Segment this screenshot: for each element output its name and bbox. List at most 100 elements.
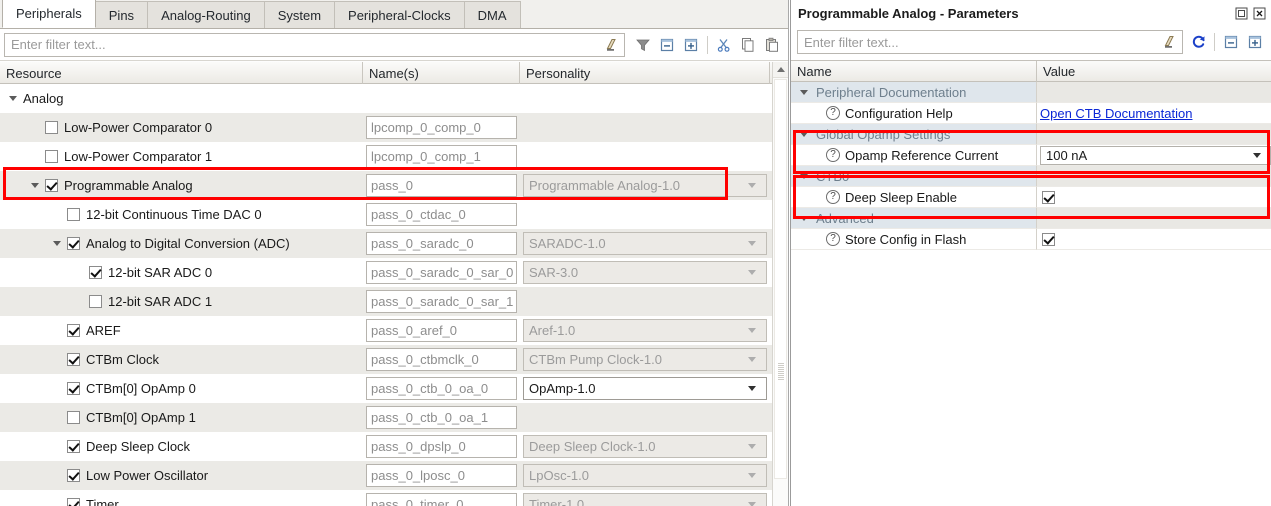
name-input[interactable]: pass_0_saradc_0: [366, 232, 517, 255]
personality-dropdown[interactable]: Programmable Analog-1.0: [523, 174, 767, 197]
name-input[interactable]: pass_0_ctb_0_oa_1: [366, 406, 517, 429]
parameter-name-cell[interactable]: ? Deep Sleep Enable: [791, 187, 1037, 208]
table-row[interactable]: Analog to Digital Conversion (ADC) pass_0…: [0, 229, 788, 258]
name-cell[interactable]: pass_0_dpslp_0: [363, 432, 520, 461]
name-input[interactable]: lpcomp_0_comp_0: [366, 116, 517, 139]
personality-cell[interactable]: [520, 403, 770, 432]
parameter-value-cell[interactable]: 100 nA: [1037, 145, 1271, 166]
tab-peripherals[interactable]: Peripherals: [2, 0, 96, 28]
tab-pins[interactable]: Pins: [94, 1, 149, 28]
parameter-name-cell[interactable]: ? Configuration Help: [791, 103, 1037, 124]
resource-cell[interactable]: Timer: [0, 490, 363, 506]
personality-cell[interactable]: [520, 200, 770, 229]
eraser-icon[interactable]: [1158, 31, 1180, 53]
parameter-name-cell[interactable]: CTB0: [791, 166, 1037, 187]
chevron-down-icon[interactable]: [28, 179, 41, 192]
table-row[interactable]: 12-bit Continuous Time DAC 0 pass_0_ctdac…: [0, 200, 788, 229]
personality-cell[interactable]: LpOsc-1.0: [520, 461, 770, 490]
parameter-group-row[interactable]: Peripheral Documentation: [791, 82, 1271, 103]
name-cell[interactable]: lpcomp_0_comp_1: [363, 142, 520, 171]
personality-cell[interactable]: Programmable Analog-1.0: [520, 171, 770, 200]
expand-all-icon[interactable]: [1243, 30, 1267, 54]
name-input[interactable]: pass_0_ctdac_0: [366, 203, 517, 226]
name-cell[interactable]: pass_0_ctbmclk_0: [363, 345, 520, 374]
personality-cell[interactable]: SAR-3.0: [520, 258, 770, 287]
parameter-value-cell[interactable]: Open CTB Documentation: [1037, 103, 1271, 124]
resource-checkbox[interactable]: [67, 469, 80, 482]
personality-cell[interactable]: CTBm Pump Clock-1.0: [520, 345, 770, 374]
personality-cell[interactable]: [520, 113, 770, 142]
personality-dropdown[interactable]: SAR-3.0: [523, 261, 767, 284]
resource-checkbox[interactable]: [89, 295, 102, 308]
column-header-name[interactable]: Name: [791, 61, 1037, 82]
parameter-row[interactable]: ? Store Config in Flash: [791, 229, 1271, 250]
table-row[interactable]: CTBm[0] OpAmp 1 pass_0_ctb_0_oa_1: [0, 403, 788, 432]
tab-dma[interactable]: DMA: [463, 1, 521, 28]
parameter-name-cell[interactable]: ? Store Config in Flash: [791, 229, 1037, 250]
resource-cell[interactable]: 12-bit SAR ADC 1: [0, 287, 363, 316]
table-row[interactable]: CTBm Clock pass_0_ctbmclk_0 CTBm Pump Cloc…: [0, 345, 788, 374]
name-cell[interactable]: [363, 84, 520, 113]
parameter-group-row[interactable]: Advanced: [791, 208, 1271, 229]
chevron-down-icon[interactable]: [797, 170, 810, 183]
close-icon[interactable]: [1251, 6, 1267, 22]
resource-checkbox[interactable]: [67, 324, 80, 337]
column-header-personality[interactable]: Personality: [520, 62, 770, 84]
resource-cell[interactable]: Low Power Oscillator: [0, 461, 363, 490]
table-row[interactable]: Low-Power Comparator 0 lpcomp_0_comp_0: [0, 113, 788, 142]
name-cell[interactable]: pass_0: [363, 171, 520, 200]
parameter-name-cell[interactable]: Global Opamp Settings: [791, 124, 1037, 145]
table-row[interactable]: AREF pass_0_aref_0 Aref-1.0: [0, 316, 788, 345]
collapse-all-icon[interactable]: [655, 33, 679, 57]
resource-checkbox[interactable]: [67, 498, 80, 506]
personality-cell[interactable]: Timer-1.0: [520, 490, 770, 506]
name-cell[interactable]: pass_0_lposc_0: [363, 461, 520, 490]
parameter-value-cell[interactable]: [1037, 208, 1271, 229]
resource-cell[interactable]: CTBm Clock: [0, 345, 363, 374]
table-row[interactable]: CTBm[0] OpAmp 0 pass_0_ctb_0_oa_0 OpAmp-1.…: [0, 374, 788, 403]
personality-dropdown[interactable]: Timer-1.0: [523, 493, 767, 506]
chevron-down-icon[interactable]: [50, 237, 63, 250]
scrollbar-grip[interactable]: [778, 362, 784, 380]
table-row[interactable]: Timer pass_0_timer_0 Timer-1.0: [0, 490, 788, 506]
opamp-reference-current-dropdown[interactable]: 100 nA: [1040, 145, 1271, 165]
parameter-value-cell[interactable]: [1037, 82, 1271, 103]
name-input[interactable]: pass_0_saradc_0_sar_1: [366, 290, 517, 313]
copy-icon[interactable]: [736, 33, 760, 57]
name-input[interactable]: pass_0_ctbmclk_0: [366, 348, 517, 371]
documentation-link[interactable]: Open CTB Documentation: [1040, 106, 1192, 121]
name-input[interactable]: pass_0_timer_0: [366, 493, 517, 506]
filter-funnel-icon[interactable]: [631, 33, 655, 57]
name-input[interactable]: pass_0_saradc_0_sar_0: [366, 261, 517, 284]
resource-checkbox[interactable]: [67, 411, 80, 424]
resource-cell[interactable]: Programmable Analog: [0, 171, 363, 200]
column-header-names[interactable]: Name(s): [363, 62, 520, 84]
parameter-value-cell[interactable]: [1037, 166, 1271, 187]
resource-cell[interactable]: CTBm[0] OpAmp 0: [0, 374, 363, 403]
maximize-icon[interactable]: [1233, 6, 1249, 22]
parameter-row[interactable]: ? Opamp Reference Current 100 nA: [791, 145, 1271, 166]
personality-cell[interactable]: [520, 142, 770, 171]
tab-system[interactable]: System: [263, 1, 336, 28]
scissors-icon[interactable]: [712, 33, 736, 57]
parameter-value-cell[interactable]: [1037, 187, 1271, 208]
collapse-all-icon[interactable]: [1219, 30, 1243, 54]
parameter-row[interactable]: ? Configuration Help Open CTB Documentatio…: [791, 103, 1271, 124]
help-icon[interactable]: ?: [826, 148, 840, 162]
name-input[interactable]: lpcomp_0_comp_1: [366, 145, 517, 168]
personality-cell[interactable]: SARADC-1.0: [520, 229, 770, 258]
parameter-name-cell[interactable]: Advanced: [791, 208, 1037, 229]
eraser-icon[interactable]: [600, 34, 622, 56]
resource-checkbox[interactable]: [45, 179, 58, 192]
resource-cell[interactable]: Low-Power Comparator 0: [0, 113, 363, 142]
parameter-value-cell[interactable]: [1037, 229, 1271, 250]
name-cell[interactable]: pass_0_saradc_0_sar_1: [363, 287, 520, 316]
name-cell[interactable]: pass_0_ctdac_0: [363, 200, 520, 229]
chevron-down-icon[interactable]: [797, 86, 810, 99]
name-cell[interactable]: pass_0_ctb_0_oa_0: [363, 374, 520, 403]
personality-cell[interactable]: OpAmp-1.0: [520, 374, 770, 403]
refresh-icon[interactable]: [1188, 31, 1210, 53]
column-header-value[interactable]: Value: [1037, 61, 1271, 82]
resource-cell[interactable]: Deep Sleep Clock: [0, 432, 363, 461]
tab-peripheral-clocks[interactable]: Peripheral-Clocks: [334, 1, 465, 28]
